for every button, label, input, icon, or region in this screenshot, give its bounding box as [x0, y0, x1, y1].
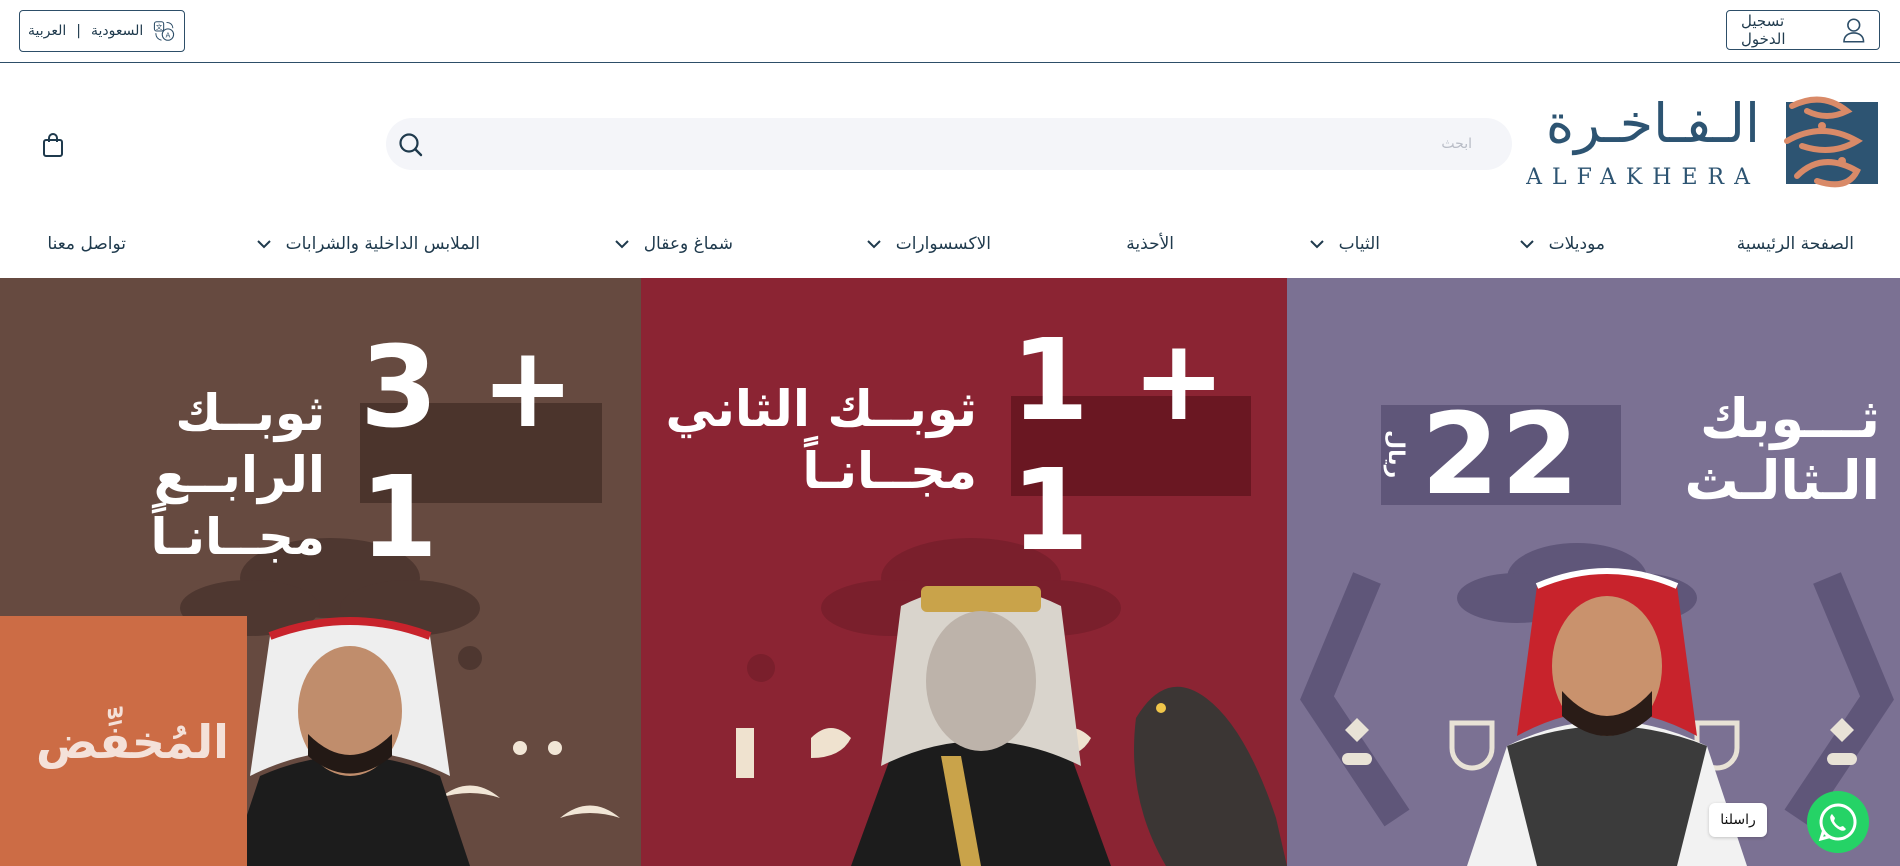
nav-item-models[interactable]: موديلات [1519, 234, 1605, 254]
banner-currency: ريال [1383, 430, 1408, 479]
user-icon [1843, 18, 1865, 43]
banner-model-image [230, 617, 470, 866]
calligraphy-graphic [1784, 96, 1863, 188]
nav-item-thobes[interactable]: الثياب [1309, 234, 1380, 254]
logo-calligraphy [1772, 86, 1872, 201]
whatsapp-button[interactable] [1807, 791, 1869, 853]
brand-logo[interactable]: الـفـاخـرة ALFAKHERA [1526, 86, 1878, 201]
chat-label: راسلنا [1720, 812, 1756, 828]
chevron-down-icon [1519, 240, 1534, 249]
locale-selector[interactable]: العربية | السعودية 文 A [19, 10, 185, 52]
language-label: العربية [28, 23, 67, 39]
logo-text-arabic: الـفـاخـرة [1545, 92, 1760, 155]
banner-offer-box: 22 [1381, 390, 1621, 520]
main-navigation: الصفحة الرئيسية موديلات الثياب الأحذية ا… [0, 234, 1900, 268]
svg-text:文: 文 [156, 22, 163, 31]
banner-headline-line2: الـثالـث [1684, 449, 1880, 512]
nav-item-shoes[interactable]: الأحذية [1126, 234, 1174, 254]
banner-headline-line2: مجــانـاً [150, 508, 325, 566]
chat-label-button[interactable]: راسلنا [1709, 803, 1767, 837]
promo-banner-third-thobe[interactable]: 22 ثـــوبك الـثالـث ريال [1287, 278, 1900, 866]
chevron-down-icon [866, 240, 881, 249]
banner-offer-value: 22 [1421, 390, 1581, 520]
banner-headline: ثـــوبك الـثالـث [1685, 388, 1880, 512]
nav-item-label: الاكسسوارات [895, 234, 991, 254]
country-label: السعودية [90, 23, 144, 39]
nav-item-label: الملابس الداخلية والشرابات [285, 234, 480, 254]
banner-offer-box: 1 + 1 [1011, 316, 1251, 576]
nav-item-shemagh[interactable]: شماغ وعقال [614, 234, 733, 254]
nav-item-home[interactable]: الصفحة الرئيسية [1737, 234, 1854, 254]
banner-headline-line1: ثوبــك الرابــع [153, 384, 325, 504]
watermark-text: المُخفِّض [36, 715, 229, 769]
translate-icon: 文 A [154, 21, 175, 41]
banner-offer-value: 1 + 1 [1011, 316, 1228, 576]
search-input[interactable] [446, 118, 1486, 170]
nav-item-label: شماغ وعقال [643, 234, 733, 254]
promo-banner-second-thobe[interactable]: 1 + 1 ثوبــك الثاني مجــانـاً [641, 278, 1287, 866]
nav-item-label: تواصل معنا [47, 234, 126, 254]
banner-headline: ثوبــك الرابــع مجــانـاً [0, 382, 325, 568]
nav-item-accessories[interactable]: الاكسسوارات [866, 234, 991, 254]
nav-item-underwear[interactable]: الملابس الداخلية والشرابات [256, 234, 480, 254]
search-icon[interactable] [398, 132, 424, 158]
nav-item-contact[interactable]: تواصل معنا [47, 234, 126, 254]
banner-headline: ثوبــك الثاني مجــانـاً [666, 378, 978, 502]
chevron-down-icon [614, 240, 629, 249]
login-label: تسجيل الدخول [1741, 12, 1786, 48]
banner-model-image [1467, 568, 1747, 866]
locale-separator: | [76, 23, 81, 39]
banner-headline-line1: ثوبــك الثاني [665, 380, 978, 438]
search-bar [386, 118, 1512, 170]
banner-headline-line2: مجــانـاً [802, 442, 977, 500]
banner-headline-line1: ثـــوبك [1699, 387, 1880, 450]
svg-text:A: A [166, 30, 171, 39]
falcon-image [1134, 686, 1287, 866]
whatsapp-icon [1818, 803, 1857, 842]
login-button[interactable]: تسجيل الدخول [1726, 10, 1880, 50]
nav-item-label: الأحذية [1126, 234, 1174, 254]
chevron-down-icon [1309, 240, 1324, 249]
logo-text-english: ALFAKHERA [1526, 165, 1760, 190]
top-bar: تسجيل الدخول العربية | السعودية 文 A [0, 0, 1900, 63]
nav-item-label: الصفحة الرئيسية [1736, 234, 1854, 254]
banner-offer-value: 3 + 1 [360, 323, 577, 583]
banner-model-image [851, 586, 1111, 866]
chevron-down-icon [256, 240, 271, 249]
banner-offer-box: 3 + 1 [360, 323, 602, 583]
nav-item-label: الثياب [1338, 234, 1380, 254]
nav-item-label: موديلات [1548, 234, 1605, 254]
cart-icon[interactable] [40, 132, 66, 158]
